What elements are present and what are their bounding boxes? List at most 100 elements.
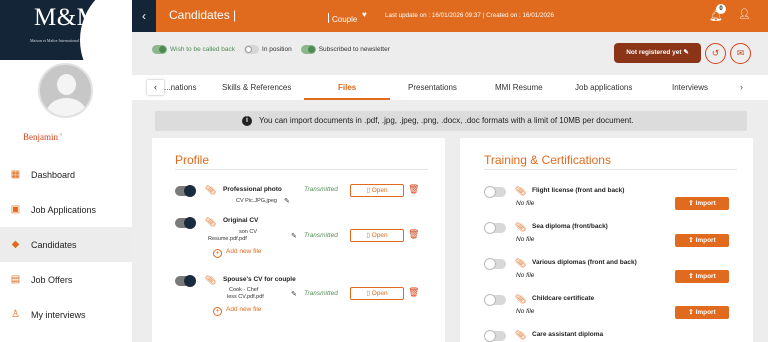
not-registered-label: Not registered yet (626, 49, 682, 56)
tab-files[interactable]: Files (338, 83, 356, 92)
plus-icon: + (213, 307, 222, 316)
tab-interviews[interactable]: Interviews (672, 83, 708, 92)
dashboard-icon: ▦ (10, 169, 21, 180)
card-title: Training & Certifications (484, 153, 611, 167)
document-filename: son CV (239, 229, 258, 235)
sidebar-item-my-interviews[interactable]: ♙ My interviews (0, 297, 132, 332)
document-icon: ▯ (366, 187, 370, 194)
user-account-icon[interactable]: 👤︎ (738, 9, 751, 20)
upload-icon: ⇪ (688, 237, 694, 244)
toggle-label: Subscribed to newsletter (318, 46, 390, 53)
open-button[interactable]: ▯ Open (350, 229, 404, 242)
pencil-icon[interactable]: ✎ (291, 232, 297, 240)
trash-icon[interactable]: 🗑︎ (408, 184, 419, 195)
tab-skills-references[interactable]: Skills & References (222, 83, 291, 92)
document-toggle[interactable] (484, 294, 506, 306)
active-tab-indicator (304, 98, 390, 100)
status-badge: Transmitted (304, 186, 338, 193)
document-toggle[interactable] (484, 258, 506, 270)
add-file-label: Add new file (226, 248, 262, 255)
document-toggle[interactable] (175, 217, 196, 229)
heart-icon: ♥ (362, 10, 367, 19)
history-icon: ↺ (711, 48, 720, 58)
sidebar: M&M Maison et Maître International Benja… (0, 0, 132, 342)
logo[interactable]: M&M (34, 4, 99, 32)
history-button[interactable]: ↺ (705, 43, 726, 64)
document-toggle[interactable] (175, 275, 196, 287)
open-label: Open (371, 290, 388, 297)
document-title: Original CV (223, 217, 259, 224)
document-filename: less CV.pdf.pdf (227, 294, 264, 300)
sidebar-nav: ▦ Dashboard ▣ Job Applications ◆ Candida… (0, 157, 132, 332)
sidebar-item-label: Job Applications (31, 204, 97, 215)
document-title: Sea diploma (front/back) (532, 223, 608, 230)
open-button[interactable]: ▯ Open (350, 184, 404, 197)
chevron-left-icon: ‹ (154, 82, 157, 92)
update-info: Last update on : 16/01/2026 09:37 | Crea… (385, 12, 554, 19)
graduation-cap-icon: ◆ (11, 239, 20, 250)
toggle-label: In position (262, 46, 292, 53)
no-file-label: No file (516, 308, 535, 315)
document-toggle[interactable] (484, 330, 506, 342)
add-new-file-button[interactable]: + Add new file (213, 248, 261, 258)
sidebar-item-dashboard[interactable]: ▦ Dashboard (0, 157, 132, 192)
toggle-in-position[interactable] (244, 45, 260, 54)
toggle-wish-called-back[interactable] (152, 45, 167, 54)
tab-job-applications[interactable]: Job applications (575, 83, 632, 92)
upload-icon: ⇪ (688, 273, 694, 280)
tab-nations[interactable]: ...nations (164, 83, 196, 92)
info-banner: i You can import documents in .pdf, .jpg… (155, 111, 747, 131)
sidebar-item-candidates[interactable]: ◆ Candidates (0, 227, 132, 262)
trash-icon[interactable]: 🗑︎ (408, 287, 419, 298)
open-button[interactable]: ▯ Open (350, 287, 404, 300)
add-new-file-button[interactable]: + Add new file (213, 306, 261, 316)
document-toggle[interactable] (175, 185, 196, 197)
clipboard-icon: ▤ (10, 274, 21, 285)
paperclip-icon: 📎︎ (515, 258, 527, 268)
document-title: Care assistant diploma (532, 331, 604, 338)
info-text: You can import documents in .pdf, .jpg, … (259, 116, 634, 125)
divider (328, 13, 329, 23)
document-filename: CV Pic.JPG.jpeg (236, 198, 277, 204)
person-icon: ♙ (11, 309, 20, 320)
import-button[interactable]: ⇪ Import (675, 197, 729, 210)
tab-presentations[interactable]: Presentations (408, 83, 457, 92)
tabs-scroll-left-button[interactable]: ‹ (147, 80, 164, 95)
avatar-head-shape (57, 74, 76, 95)
collapse-sidebar-button[interactable]: ‹ (132, 0, 156, 32)
paperclip-icon: 📎︎ (515, 330, 527, 340)
avatar[interactable] (38, 63, 93, 118)
couple-label: Couple (328, 13, 357, 24)
sidebar-item-job-offers[interactable]: ▤ Job Offers (0, 262, 132, 297)
upload-icon: ⇪ (688, 200, 694, 207)
document-filename: Resume.pdf.pdf (208, 236, 247, 242)
paperclip-icon: 📎︎ (515, 222, 527, 232)
paperclip-icon: 📎︎ (205, 275, 217, 285)
toggle-newsletter[interactable] (300, 45, 316, 54)
pencil-icon[interactable]: ✎ (291, 290, 297, 298)
chevron-right-icon[interactable]: › (740, 82, 743, 92)
paperclip-icon: 📎︎ (205, 185, 217, 195)
pencil-icon: ✎ (683, 49, 689, 56)
not-registered-button[interactable]: Not registered yet ✎ (614, 43, 701, 63)
sidebar-item-job-applications[interactable]: ▣ Job Applications (0, 192, 132, 227)
import-label: Import (695, 200, 716, 207)
document-title: Professional photo (223, 186, 282, 193)
add-file-label: Add new file (226, 306, 262, 313)
status-toggles: Wish to be called back In position Subsc… (152, 45, 399, 54)
pencil-icon[interactable]: ✎ (284, 197, 290, 205)
open-label: Open (371, 187, 388, 194)
page-title: Candidates | (169, 8, 237, 22)
import-button[interactable]: ⇪ Import (675, 270, 729, 283)
sidebar-item-label: My interviews (31, 309, 86, 320)
trash-icon[interactable]: 🗑︎ (408, 229, 419, 240)
email-button[interactable]: ✉ (730, 43, 751, 64)
document-icon: ▯ (366, 232, 370, 239)
notification-badge: 0 (716, 4, 726, 14)
document-toggle[interactable] (484, 186, 506, 198)
document-toggle[interactable] (484, 222, 506, 234)
import-button[interactable]: ⇪ Import (675, 234, 729, 247)
import-button[interactable]: ⇪ Import (675, 306, 729, 319)
tab-mmi-resume[interactable]: MMI Resume (495, 83, 543, 92)
document-title: Flight license (front and back) (532, 187, 625, 194)
